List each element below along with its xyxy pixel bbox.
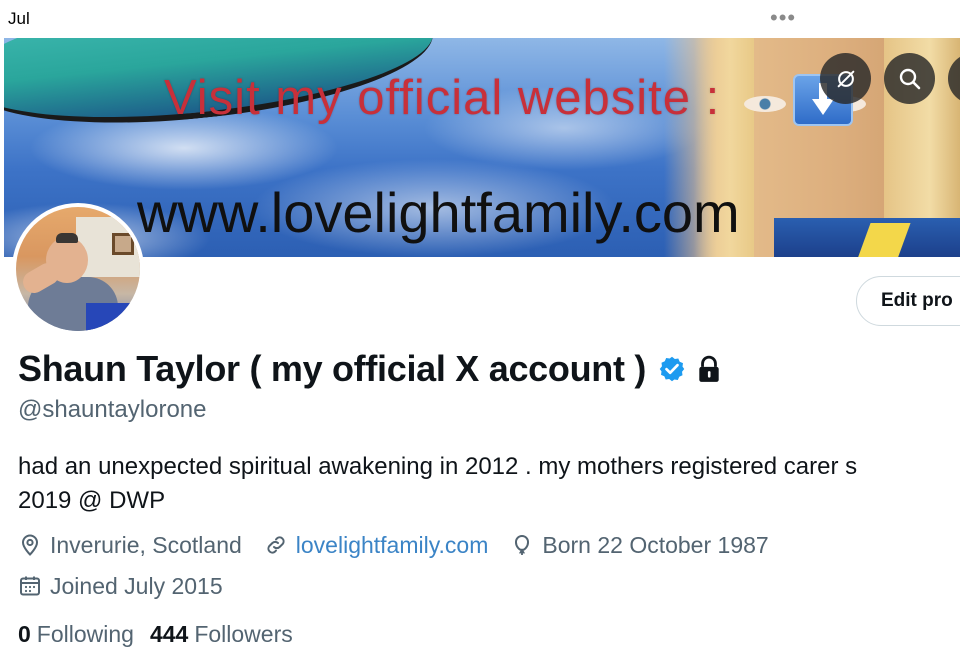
profile-meta: Inverurie, Scotland lovelightfamily.com …	[18, 530, 791, 560]
avatar[interactable]	[12, 203, 144, 335]
website[interactable]: lovelightfamily.com	[264, 532, 489, 559]
more-dots-icon[interactable]: •••	[770, 7, 796, 29]
link-icon	[267, 536, 285, 554]
website-link[interactable]: lovelightfamily.com	[296, 532, 489, 559]
edit-profile-label: Edit pro	[881, 290, 953, 311]
follow-stats: 0 Following 444 Followers	[18, 619, 309, 649]
bio: had an unexpected spiritual awakening in…	[18, 450, 960, 518]
status-bar: Jul •••	[0, 0, 960, 38]
location: Inverurie, Scotland	[18, 532, 242, 559]
avatar-image	[16, 207, 140, 331]
calendar-icon	[20, 576, 40, 596]
birthday: Born 22 October 1987	[510, 531, 769, 559]
banner-line1: Visit my official website :	[164, 71, 721, 125]
user-handle: @shauntaylorone	[18, 396, 207, 423]
banner-line2: www.lovelightfamily.com	[137, 181, 740, 244]
following-link[interactable]: 0 Following	[18, 621, 134, 648]
search-icon	[899, 68, 920, 89]
search-button[interactable]	[884, 53, 935, 104]
balloon-icon	[515, 534, 530, 555]
followers-count: 444	[149, 620, 189, 647]
grok-icon	[837, 70, 854, 87]
name-row: Shaun Taylor ( my official X account )	[18, 348, 722, 390]
birthday-text: Born 22 October 1987	[542, 531, 769, 558]
bio-line-2: 2019 @ DWP	[18, 487, 166, 514]
profile-banner: Visit my official website : www.loveligh…	[4, 38, 960, 257]
joined-text: Joined July 2015	[50, 572, 223, 599]
grok-button[interactable]	[820, 53, 871, 104]
location-pin-icon	[21, 534, 39, 556]
followers-label: Followers	[194, 620, 293, 647]
status-time: Jul	[8, 9, 30, 28]
verified-badge-icon[interactable]	[658, 355, 686, 383]
following-count: 0	[18, 620, 31, 647]
bio-line-1: had an unexpected spiritual awakening in…	[18, 453, 858, 480]
lock-icon	[699, 355, 719, 382]
followers-link[interactable]: 444 Followers	[150, 621, 293, 648]
joined: Joined July 2015	[18, 571, 223, 601]
edit-profile-button[interactable]: Edit pro	[856, 276, 960, 326]
location-text: Inverurie, Scotland	[50, 531, 242, 558]
display-name: Shaun Taylor ( my official X account )	[18, 348, 647, 389]
following-label: Following	[36, 620, 134, 647]
